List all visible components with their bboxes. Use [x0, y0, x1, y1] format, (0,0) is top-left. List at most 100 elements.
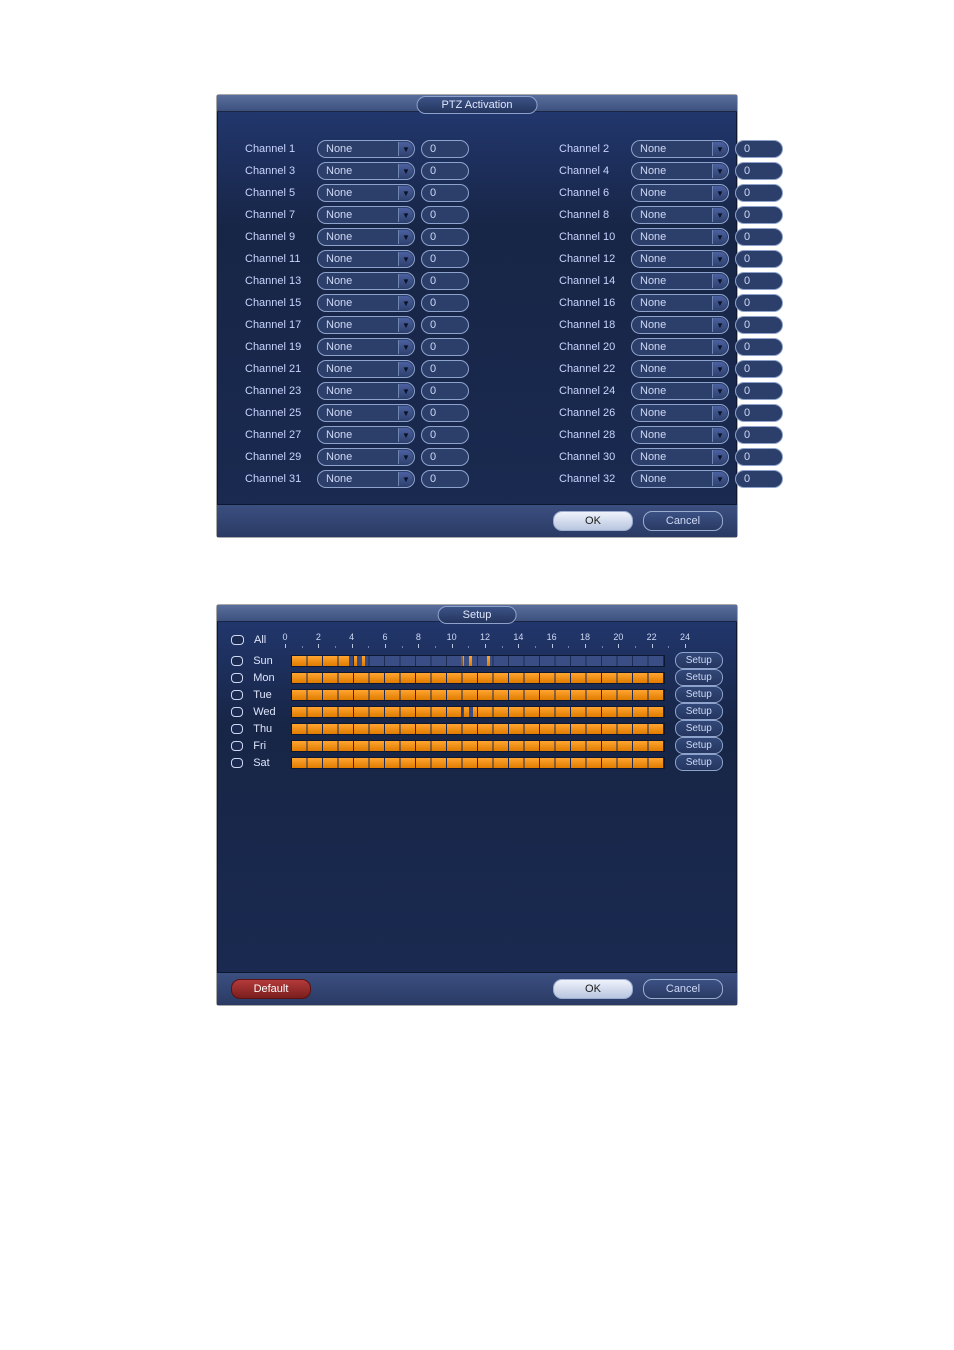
action-select[interactable]: None▼	[317, 206, 415, 224]
action-select[interactable]: None▼	[631, 162, 729, 180]
action-select[interactable]: None▼	[631, 316, 729, 334]
preset-input[interactable]: 0	[421, 206, 469, 224]
preset-input[interactable]: 0	[421, 250, 469, 268]
setup-button[interactable]: Setup	[675, 754, 723, 771]
action-select[interactable]: None▼	[631, 206, 729, 224]
action-select[interactable]: None▼	[631, 360, 729, 378]
day-radio[interactable]	[231, 707, 243, 717]
all-radio[interactable]	[231, 635, 244, 645]
preset-input[interactable]: 0	[421, 360, 469, 378]
action-select[interactable]: None▼	[631, 228, 729, 246]
preset-input[interactable]: 0	[421, 448, 469, 466]
cancel-button[interactable]: Cancel	[643, 511, 723, 531]
action-select[interactable]: None▼	[631, 382, 729, 400]
setup-button[interactable]: Setup	[675, 703, 723, 720]
day-radio[interactable]	[231, 758, 243, 768]
hour-ruler: 024681012141618202224	[285, 634, 685, 648]
action-select[interactable]: None▼	[631, 470, 729, 488]
preset-input[interactable]: 0	[735, 316, 783, 334]
preset-input[interactable]: 0	[735, 426, 783, 444]
setup-button[interactable]: Setup	[675, 669, 723, 686]
action-select[interactable]: None▼	[631, 250, 729, 268]
select-value: None	[326, 385, 352, 397]
action-select[interactable]: None▼	[317, 360, 415, 378]
action-select[interactable]: None▼	[317, 162, 415, 180]
action-select[interactable]: None▼	[317, 250, 415, 268]
preset-input[interactable]: 0	[735, 250, 783, 268]
schedule-bar[interactable]	[291, 757, 664, 769]
preset-input[interactable]: 0	[735, 140, 783, 158]
setup-button[interactable]: Setup	[675, 720, 723, 737]
preset-input[interactable]: 0	[735, 404, 783, 422]
setup-button[interactable]: Setup	[675, 652, 723, 669]
day-radio[interactable]	[231, 673, 243, 683]
day-radio[interactable]	[231, 724, 243, 734]
cancel-button[interactable]: Cancel	[643, 979, 723, 999]
preset-input[interactable]: 0	[735, 184, 783, 202]
action-select[interactable]: None▼	[317, 404, 415, 422]
action-select[interactable]: None▼	[317, 140, 415, 158]
action-select[interactable]: None▼	[317, 448, 415, 466]
ok-button[interactable]: OK	[553, 511, 633, 531]
action-select[interactable]: None▼	[631, 184, 729, 202]
day-radio[interactable]	[231, 741, 243, 751]
preset-input[interactable]: 0	[421, 426, 469, 444]
channel-row: Channel 21None▼0	[245, 360, 469, 378]
preset-input[interactable]: 0	[735, 470, 783, 488]
action-select[interactable]: None▼	[317, 426, 415, 444]
preset-input[interactable]: 0	[735, 448, 783, 466]
schedule-bar[interactable]	[291, 672, 664, 684]
setup-button[interactable]: Setup	[675, 737, 723, 754]
chevron-down-icon: ▼	[398, 472, 413, 486]
channel-label: Channel 2	[559, 143, 625, 155]
action-select[interactable]: None▼	[317, 294, 415, 312]
preset-input[interactable]: 0	[421, 140, 469, 158]
preset-input[interactable]: 0	[421, 184, 469, 202]
action-select[interactable]: None▼	[317, 228, 415, 246]
preset-input[interactable]: 0	[421, 162, 469, 180]
setup-button[interactable]: Setup	[675, 686, 723, 703]
schedule-bar[interactable]	[291, 723, 664, 735]
preset-input[interactable]: 0	[421, 228, 469, 246]
default-button[interactable]: Default	[231, 979, 311, 999]
action-select[interactable]: None▼	[317, 382, 415, 400]
preset-input[interactable]: 0	[421, 382, 469, 400]
preset-input[interactable]: 0	[421, 338, 469, 356]
schedule-bar[interactable]	[291, 655, 664, 667]
action-select[interactable]: None▼	[317, 316, 415, 334]
preset-input[interactable]: 0	[421, 316, 469, 334]
action-select[interactable]: None▼	[317, 272, 415, 290]
day-row: SatSetup	[231, 754, 723, 771]
preset-input[interactable]: 0	[421, 404, 469, 422]
preset-input[interactable]: 0	[735, 162, 783, 180]
schedule-bar[interactable]	[291, 689, 664, 701]
action-select[interactable]: None▼	[631, 404, 729, 422]
action-select[interactable]: None▼	[631, 294, 729, 312]
preset-input[interactable]: 0	[735, 272, 783, 290]
preset-input[interactable]: 0	[735, 338, 783, 356]
day-label: Thu	[253, 723, 281, 735]
action-select[interactable]: None▼	[631, 140, 729, 158]
preset-input[interactable]: 0	[735, 228, 783, 246]
action-select[interactable]: None▼	[317, 184, 415, 202]
chevron-down-icon: ▼	[398, 428, 413, 442]
day-radio[interactable]	[231, 690, 243, 700]
schedule-bar[interactable]	[291, 706, 664, 718]
preset-input[interactable]: 0	[421, 272, 469, 290]
action-select[interactable]: None▼	[631, 338, 729, 356]
preset-input[interactable]: 0	[421, 470, 469, 488]
select-value: None	[326, 231, 352, 243]
action-select[interactable]: None▼	[631, 272, 729, 290]
action-select[interactable]: None▼	[631, 448, 729, 466]
preset-input[interactable]: 0	[735, 294, 783, 312]
action-select[interactable]: None▼	[317, 470, 415, 488]
preset-input[interactable]: 0	[735, 382, 783, 400]
preset-input[interactable]: 0	[735, 360, 783, 378]
day-radio[interactable]	[231, 656, 243, 666]
preset-input[interactable]: 0	[421, 294, 469, 312]
action-select[interactable]: None▼	[631, 426, 729, 444]
preset-input[interactable]: 0	[735, 206, 783, 224]
schedule-bar[interactable]	[291, 740, 664, 752]
ok-button[interactable]: OK	[553, 979, 633, 999]
action-select[interactable]: None▼	[317, 338, 415, 356]
